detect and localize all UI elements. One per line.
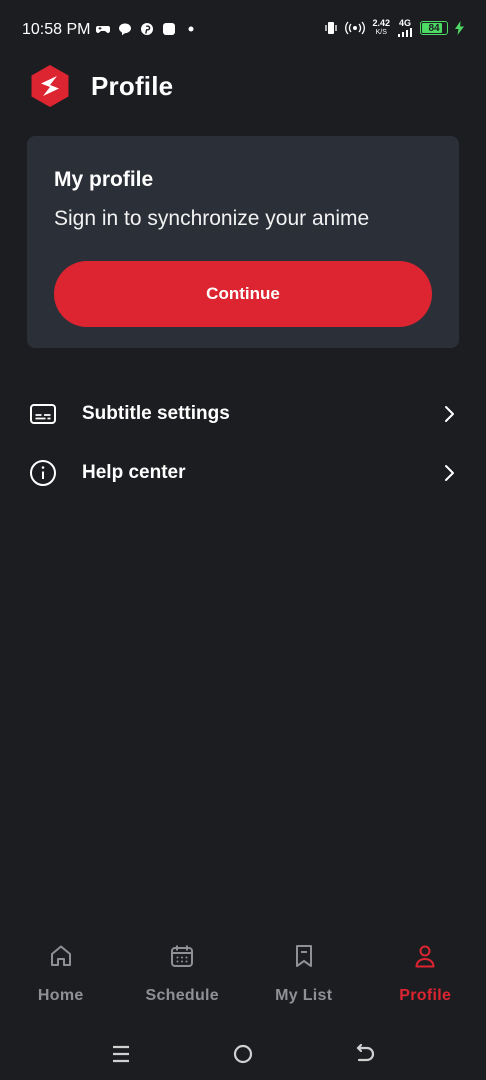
battery-level: 84 [428, 22, 440, 34]
system-status-icons: 2.42 K/S 4G 84 [324, 19, 464, 37]
continue-button[interactable]: Continue [54, 261, 432, 327]
battery-icon: 84 [420, 21, 448, 35]
menu-item-help-center[interactable]: Help center [0, 444, 486, 502]
hotspot-icon [345, 21, 366, 35]
nav-tab-my-list[interactable]: My List [243, 925, 365, 1025]
nav-tab-schedule[interactable]: Schedule [122, 925, 244, 1025]
nav-label: My List [275, 987, 333, 1004]
profile-card: My profile Sign in to synchronize your a… [27, 136, 459, 348]
chevron-right-icon [445, 406, 454, 422]
info-icon [30, 460, 56, 486]
app-logo-icon [31, 65, 69, 107]
person-icon [415, 945, 435, 968]
chevron-right-icon [445, 465, 454, 481]
bookmark-icon [295, 945, 312, 967]
nav-tab-profile[interactable]: Profile [365, 925, 486, 1025]
back-icon[interactable] [353, 1042, 377, 1066]
menu-item-label: Help center [82, 462, 186, 483]
card-subtitle: Sign in to synchronize your anime [54, 207, 370, 230]
dot-icon [188, 26, 194, 32]
network-speed: 2.42 K/S [372, 18, 390, 37]
status-bar: 10:58 PM 2.42 K/S 4G 84 [0, 0, 486, 60]
vibrate-icon [325, 22, 338, 34]
signal-indicator: 4G [397, 19, 413, 37]
pinterest-icon [141, 23, 153, 35]
page-title: Profile [91, 70, 174, 101]
home-icon [50, 945, 71, 966]
menu-item-subtitle-settings[interactable]: Subtitle settings [0, 385, 486, 443]
network-type: 4G [398, 18, 411, 28]
nav-label: Home [37, 987, 84, 1004]
chat-bubble-icon [119, 23, 131, 36]
subtitles-icon [30, 404, 56, 424]
page-header: Profile [28, 62, 173, 110]
gamepad-icon [96, 26, 110, 33]
bottom-navigation: Home Schedule My List Profile [0, 925, 486, 1025]
charging-icon [455, 21, 464, 35]
menu-item-label: Subtitle settings [82, 403, 230, 424]
nav-label: Profile [399, 987, 452, 1004]
notification-icons [96, 22, 198, 36]
app-square-icon [163, 23, 175, 35]
system-navigation-bar [0, 1030, 486, 1080]
status-time: 10:58 PM [22, 21, 91, 38]
nav-label: Schedule [145, 987, 220, 1004]
nav-tab-home[interactable]: Home [0, 925, 122, 1025]
card-title: My profile [54, 168, 154, 191]
signal-icon [398, 28, 412, 37]
calendar-icon [171, 945, 194, 967]
home-button-icon[interactable] [231, 1042, 255, 1066]
menu-icon[interactable] [109, 1042, 133, 1066]
